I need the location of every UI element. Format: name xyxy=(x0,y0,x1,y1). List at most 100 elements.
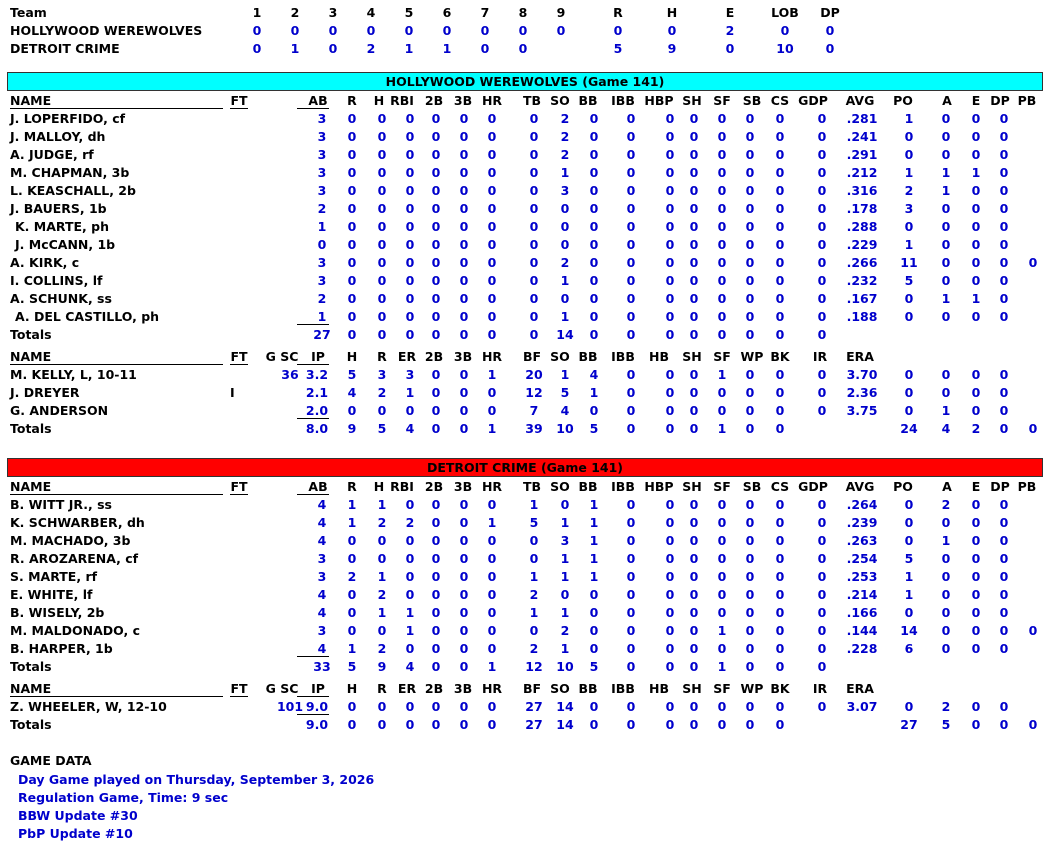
batter-name: J. MALLOY, dh xyxy=(10,129,106,144)
batter-stat: 0 xyxy=(589,129,599,144)
pitching-totals-stat: 1 xyxy=(487,421,497,436)
batter-stat: 1 xyxy=(589,551,599,566)
batter-stat: 0 xyxy=(775,291,785,306)
batter-name: M. CHAPMAN, 3b xyxy=(10,165,130,180)
pitching-header: BK xyxy=(770,681,790,696)
pitching-header: BB xyxy=(578,349,598,364)
linescore-team-name: DETROIT CRIME xyxy=(10,41,120,56)
batting-totals-stat: 0 xyxy=(817,659,827,674)
batting-totals-stat: 0 xyxy=(626,659,636,674)
batter-stat: 3 xyxy=(904,201,914,216)
game-data-line: Day Game played on Thursday, September 3… xyxy=(18,772,375,787)
batter-stat: 1 xyxy=(904,587,914,602)
linescore-cell: 2 xyxy=(725,23,735,38)
linescore-cell: 1 xyxy=(442,41,452,56)
batter-stat: .232 xyxy=(846,273,878,288)
underline-rule xyxy=(10,696,223,697)
linescore-cell: 0 xyxy=(825,23,835,38)
pitcher-stat: 0 xyxy=(999,699,1009,714)
batter-stat: 0 xyxy=(999,587,1009,602)
batter-stat: .178 xyxy=(846,201,878,216)
batter-stat: 0 xyxy=(487,623,497,638)
batter-stat: 0 xyxy=(999,183,1009,198)
batter-stat: 0 xyxy=(904,147,914,162)
batter-stat: .316 xyxy=(846,183,878,198)
batter-stat: 0 xyxy=(817,183,827,198)
linescore-cell: 0 xyxy=(328,41,338,56)
batter-name: E. WHITE, lf xyxy=(10,587,93,602)
batting-totals-stat: 0 xyxy=(487,327,497,342)
pitching-header: BK xyxy=(770,349,790,364)
batter-stat: 0 xyxy=(775,111,785,126)
batter-stat: 0 xyxy=(817,165,827,180)
pitching-totals-stat: 0 xyxy=(626,421,636,436)
linescore-cell: 0 xyxy=(404,23,414,38)
pitcher-name: J. DREYER xyxy=(10,385,80,400)
linescore-cell: 0 xyxy=(480,23,490,38)
pitcher-stat: 3.70 xyxy=(846,367,878,382)
batter-stat: 0 xyxy=(626,273,636,288)
batter-stat: 0 xyxy=(775,515,785,530)
batter-stat: 0 xyxy=(487,219,497,234)
batter-stat: 0 xyxy=(817,515,827,530)
linescore-cell: 2 xyxy=(366,41,376,56)
batter-name: B. HARPER, 1b xyxy=(10,641,113,656)
linescore-header: 8 xyxy=(518,5,528,20)
batter-stat: 0 xyxy=(626,129,636,144)
batter-stat: 0 xyxy=(626,219,636,234)
batter-stat: 0 xyxy=(999,219,1009,234)
batter-stat: 0 xyxy=(487,165,497,180)
batter-stat: 0 xyxy=(817,587,827,602)
batter-stat: 0 xyxy=(817,111,827,126)
underline-rule xyxy=(10,364,223,365)
batter-stat: 1 xyxy=(904,111,914,126)
pitcher-stat: 1 xyxy=(589,385,599,400)
pitcher-stat: 0 xyxy=(589,403,599,418)
batter-stat: 0 xyxy=(626,641,636,656)
pitcher-stat: 0 xyxy=(904,385,914,400)
batter-name: I. COLLINS, lf xyxy=(10,273,103,288)
underline-rule xyxy=(230,494,248,495)
batter-stat: 0 xyxy=(626,237,636,252)
linescore-cell xyxy=(541,40,581,58)
batter-stat: 0 xyxy=(487,237,497,252)
batter-stat: 0 xyxy=(999,165,1009,180)
batter-stat: 0 xyxy=(589,273,599,288)
linescore-cell: 5 xyxy=(613,41,623,56)
pitcher-stat: 0 xyxy=(775,367,785,382)
batter-stat: 0 xyxy=(626,623,636,638)
batter-stat: 0 xyxy=(817,497,827,512)
linescore-cell: 0 xyxy=(290,23,300,38)
batter-stat: 0 xyxy=(487,605,497,620)
batter-stat: .263 xyxy=(846,533,878,548)
batter-stat: 6 xyxy=(904,641,914,656)
batting-header: IBB xyxy=(611,93,635,108)
linescore-cell: 0 xyxy=(518,41,528,56)
pitcher-ft: I xyxy=(230,385,235,400)
pitching-header: G SC xyxy=(265,681,299,696)
pitcher-stat: 0 xyxy=(775,385,785,400)
pitching-header: G SC xyxy=(265,349,299,364)
linescore-cell: 0 xyxy=(556,23,566,38)
pitcher-stat: 0 xyxy=(775,699,785,714)
linescore-team-name: HOLLYWOOD WEREWOLVES xyxy=(10,23,203,38)
batter-stat: 0 xyxy=(999,533,1009,548)
batting-header: PO xyxy=(893,93,913,108)
batter-stat: 0 xyxy=(817,533,827,548)
pitcher-stat: 0 xyxy=(999,385,1009,400)
pitching-totals-stat: 9.0 xyxy=(305,717,329,732)
batter-stat: 14 xyxy=(900,623,918,638)
batting-header: GDP xyxy=(798,93,828,108)
batter-stat: 0 xyxy=(999,309,1009,324)
batter-stat: 0 xyxy=(626,201,636,216)
linescore-cell: 0 xyxy=(725,41,735,56)
batter-stat: .188 xyxy=(846,309,878,324)
batter-stat: 0 xyxy=(589,605,599,620)
batter-stat: 0 xyxy=(487,551,497,566)
batter-stat: 5 xyxy=(904,551,914,566)
batter-stat: 0 xyxy=(626,515,636,530)
batter-stat: 0 xyxy=(904,497,914,512)
linescore-header: 1 xyxy=(252,5,262,20)
batter-stat: 0 xyxy=(589,183,599,198)
batter-stat: .214 xyxy=(846,587,878,602)
